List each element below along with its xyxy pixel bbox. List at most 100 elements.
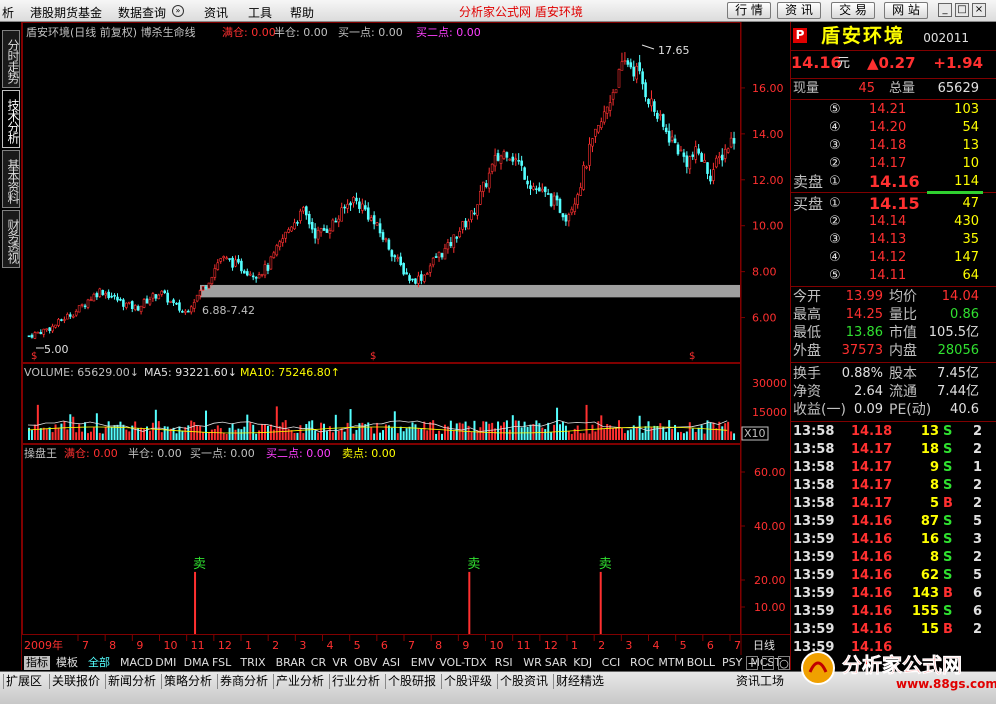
candle-body [243,270,246,274]
zoom-in-button[interactable]: + [746,656,758,670]
candle-body [337,218,341,223]
indicator-tab-4[interactable]: DMI [155,656,176,670]
indicator-tab-7[interactable]: TRIX [240,656,265,670]
tab-technical[interactable]: 技术分析 [2,90,20,148]
nav-tab-10[interactable]: 财经精选 [556,674,604,689]
menu-item-analysis[interactable]: 析 [2,4,14,21]
indicator-tab-22[interactable]: BOLL [687,656,715,670]
tab-fundamentals[interactable]: 基本资料 [2,150,20,208]
chart-area[interactable]: 盾安环境(日线 前复权) 博杀生命线 满仓: 0.00 半仓: 0.00 买一点… [22,22,790,670]
indicator-tab-18[interactable]: KDJ [573,656,592,670]
volume-bar [393,411,396,440]
tick-side: S [943,532,953,547]
indicator-tab-15[interactable]: RSI [495,656,513,670]
candle-body [685,155,689,167]
menu-item-news[interactable]: 资讯 [204,4,228,21]
nav-tab-11[interactable]: 资讯工场 [736,674,784,689]
volume-bar [45,429,48,440]
nav-tab-8[interactable]: 个股评级 [444,674,492,689]
volume-bar [623,433,626,440]
candle-body [576,194,580,205]
tab-financials[interactable]: 财务透视 [2,210,20,268]
indicator-tab-11[interactable]: OBV [354,656,377,670]
nav-tab-7[interactable]: 个股研报 [388,674,436,689]
volume-bar [497,421,500,440]
button-news[interactable]: 资 讯 [777,2,821,19]
zoom-out-button[interactable]: - [762,656,774,670]
candle-body [51,325,54,332]
volume-bar [337,430,340,440]
indicator-tab-21[interactable]: MTM [658,656,684,670]
candle-body [287,229,290,233]
indicator-tab-6[interactable]: FSL [212,656,231,670]
indicator-tab-14[interactable]: VOL-TDX [439,656,487,670]
tick-time: 13:59 [793,550,835,565]
nav-tab-1[interactable]: 关联报价 [52,674,100,689]
close-icon[interactable]: × [972,3,986,17]
menu-item-data-query[interactable]: 数据查询 [118,4,166,21]
nav-tab-0[interactable]: 扩展区 [6,674,42,689]
volume-bar [641,432,644,440]
indicator-tab-3[interactable]: MACD [120,656,153,670]
current-price: 14.16 [791,53,842,72]
tick-row: 13:58 14.17 8 S 2 [791,477,996,495]
order-side-label: 买盘 [793,195,824,213]
menu-item-hk-futures[interactable]: 港股期货基金 [30,4,102,21]
indicator-tab-20[interactable]: ROC [630,656,654,670]
restore-icon[interactable]: □ [955,3,969,17]
candle-body [74,311,78,316]
candle-body [187,310,190,313]
minimize-icon[interactable]: _ [938,3,952,17]
indicator-tab-5[interactable]: DMA [184,656,210,670]
volume-bar [588,433,591,440]
volume-bar [443,424,446,440]
nav-tab-4[interactable]: 券商分析 [220,674,268,689]
xaxis-month-label: 6 [707,639,714,652]
indicator-tab-8[interactable]: BRAR [276,656,306,670]
volume-bar [110,427,113,440]
stat-value: 0.86 [950,307,979,322]
indicator-tab-9[interactable]: CR [311,656,326,670]
tick-price: 14.16 [851,550,893,565]
volume-bar [470,431,473,440]
tick-row: 13:59 14.16 143 B 6 [791,585,996,603]
indicator-tab-12[interactable]: ASI [382,656,400,670]
button-website[interactable]: 网 站 [884,2,928,19]
volume-bar [694,431,697,440]
indicator-tab-0[interactable]: 指标 [24,656,50,670]
menu-item-tools[interactable]: 工具 [248,4,272,21]
indicator-tab-16[interactable]: WR [523,656,542,670]
dropdown-circle-icon[interactable]: » [172,5,184,17]
indicator-tab-17[interactable]: SAR [545,656,567,670]
indicator-tab-13[interactable]: EMV [411,656,435,670]
candle-body [555,195,559,201]
candle-body [33,332,37,339]
tab-intraday[interactable]: 分时走势 [2,30,20,88]
volume-bar [231,423,234,440]
volume-bar [479,427,482,440]
price-ytick-label: 14.00 [752,128,784,141]
reset-zoom-button[interactable]: ○ [778,656,790,670]
nav-tab-6[interactable]: 行业分析 [332,674,380,689]
nav-tab-5[interactable]: 产业分析 [276,674,324,689]
candle-body [48,327,51,331]
xaxis-month-label: 7 [734,639,741,652]
menu-item-help[interactable]: 帮助 [290,4,314,21]
button-quotes[interactable]: 行 情 [727,2,771,19]
nav-tab-2[interactable]: 新闻分析 [108,674,156,689]
nav-tab-3[interactable]: 策略分析 [164,674,212,689]
button-trade[interactable]: 交 易 [831,2,875,19]
stock-chart-svg[interactable]: 盾安环境(日线 前复权) 博杀生命线 满仓: 0.00 半仓: 0.00 买一点… [22,22,790,655]
volume-unit: X10 [744,427,766,440]
indicator-tab-2[interactable]: 全部 [88,656,110,670]
nav-tab-9[interactable]: 个股资讯 [500,674,548,689]
volume-bar [570,433,573,440]
tick-row: 13:59 14.16 8 S 2 [791,549,996,567]
candle-body [411,278,414,281]
indicator-tab-23[interactable]: PSY [722,656,742,670]
indicator-tab-10[interactable]: VR [332,656,347,670]
indicator-tab-19[interactable]: CCI [602,656,621,670]
indicator-tab-1[interactable]: 模板 [56,656,78,670]
candle-body [402,263,405,275]
volume-bar [278,426,281,440]
